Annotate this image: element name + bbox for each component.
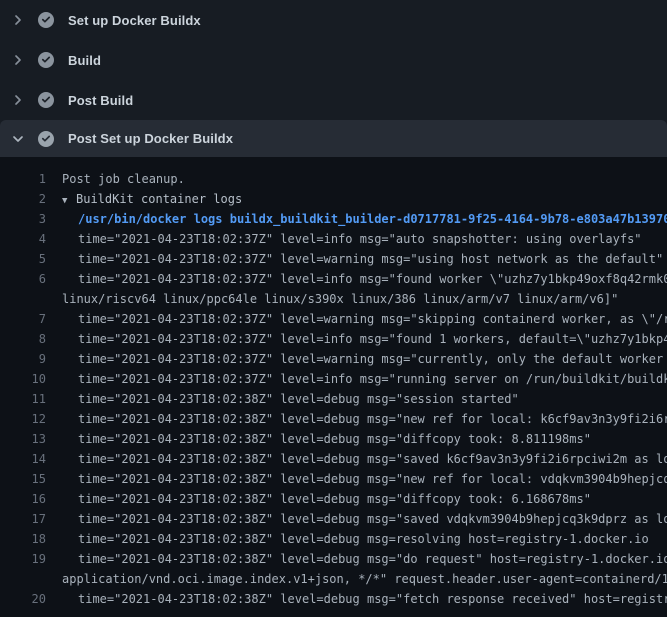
- log-text: time="2021-04-23T18:02:37Z" level=info m…: [46, 369, 667, 389]
- log-group-label: BuildKit container logs: [76, 192, 242, 206]
- log-line: 8time="2021-04-23T18:02:37Z" level=info …: [0, 329, 667, 349]
- line-number[interactable]: 4: [0, 229, 46, 249]
- line-number[interactable]: 11: [0, 389, 46, 409]
- log-line: application/vnd.oci.image.index.v1+json,…: [0, 569, 667, 589]
- log-group-header[interactable]: ▼BuildKit container logs: [46, 189, 242, 209]
- log-text: time="2021-04-23T18:02:37Z" level=warnin…: [46, 309, 667, 329]
- log-line: 10time="2021-04-23T18:02:37Z" level=info…: [0, 369, 667, 389]
- log-text: Post job cleanup.: [46, 169, 185, 189]
- log-line: 1Post job cleanup.: [0, 169, 667, 189]
- line-number: [0, 289, 46, 309]
- log-line: 2▼BuildKit container logs: [0, 189, 667, 209]
- log-text: application/vnd.oci.image.index.v1+json,…: [46, 569, 667, 589]
- log-text: time="2021-04-23T18:02:38Z" level=debug …: [46, 489, 591, 509]
- log-command-text: /usr/bin/docker logs buildx_buildkit_bui…: [46, 209, 667, 229]
- line-number[interactable]: 3: [0, 209, 46, 229]
- line-number[interactable]: 16: [0, 489, 46, 509]
- chevron-right-icon: [10, 52, 26, 68]
- log-text: time="2021-04-23T18:02:38Z" level=debug …: [46, 389, 519, 409]
- line-number[interactable]: 19: [0, 549, 46, 569]
- log-line: 3/usr/bin/docker logs buildx_buildkit_bu…: [0, 209, 667, 229]
- line-number[interactable]: 2: [0, 189, 46, 209]
- log-line: 14time="2021-04-23T18:02:38Z" level=debu…: [0, 449, 667, 469]
- step-row-build[interactable]: Build: [0, 40, 667, 80]
- log-line: 17time="2021-04-23T18:02:38Z" level=debu…: [0, 509, 667, 529]
- log-text: time="2021-04-23T18:02:38Z" level=debug …: [46, 409, 667, 429]
- step-label: Set up Docker Buildx: [68, 13, 201, 28]
- chevron-right-icon: [10, 92, 26, 108]
- log-text: time="2021-04-23T18:02:37Z" level=info m…: [46, 229, 642, 249]
- log-line: 20time="2021-04-23T18:02:38Z" level=debu…: [0, 589, 667, 609]
- log-text: time="2021-04-23T18:02:38Z" level=debug …: [46, 589, 667, 609]
- line-number[interactable]: 13: [0, 429, 46, 449]
- log-text: time="2021-04-23T18:02:37Z" level=warnin…: [46, 249, 663, 269]
- step-label: Build: [68, 53, 101, 68]
- log-text: time="2021-04-23T18:02:38Z" level=debug …: [46, 529, 649, 549]
- log-line: linux/riscv64 linux/ppc64le linux/s390x …: [0, 289, 667, 309]
- log-line: 13time="2021-04-23T18:02:38Z" level=debu…: [0, 429, 667, 449]
- log-line: 7time="2021-04-23T18:02:37Z" level=warni…: [0, 309, 667, 329]
- log-text: time="2021-04-23T18:02:37Z" level=info m…: [46, 329, 667, 349]
- step-row-post-build[interactable]: Post Build: [0, 80, 667, 120]
- check-circle-icon: [38, 131, 54, 147]
- step-label: Post Set up Docker Buildx: [68, 131, 233, 146]
- line-number[interactable]: 8: [0, 329, 46, 349]
- log-line: 18time="2021-04-23T18:02:38Z" level=debu…: [0, 529, 667, 549]
- check-circle-icon: [38, 52, 54, 68]
- log-text: time="2021-04-23T18:02:38Z" level=debug …: [46, 429, 591, 449]
- line-number[interactable]: 14: [0, 449, 46, 469]
- line-number[interactable]: 20: [0, 589, 46, 609]
- line-number[interactable]: 12: [0, 409, 46, 429]
- line-number[interactable]: 18: [0, 529, 46, 549]
- step-label: Post Build: [68, 93, 133, 108]
- line-number[interactable]: 6: [0, 269, 46, 289]
- line-number[interactable]: 1: [0, 169, 46, 189]
- log-text: time="2021-04-23T18:02:37Z" level=warnin…: [46, 349, 667, 369]
- log-line: 5time="2021-04-23T18:02:37Z" level=warni…: [0, 249, 667, 269]
- workflow-steps-list: Set up Docker Buildx Build Post Build Po…: [0, 0, 667, 157]
- line-number[interactable]: 7: [0, 309, 46, 329]
- log-text: time="2021-04-23T18:02:38Z" level=debug …: [46, 469, 667, 489]
- log-text: time="2021-04-23T18:02:38Z" level=debug …: [46, 509, 667, 529]
- log-text: linux/riscv64 linux/ppc64le linux/s390x …: [46, 289, 618, 309]
- line-number[interactable]: 15: [0, 469, 46, 489]
- log-text: time="2021-04-23T18:02:37Z" level=info m…: [46, 269, 667, 289]
- line-number[interactable]: 9: [0, 349, 46, 369]
- log-text: time="2021-04-23T18:02:38Z" level=debug …: [46, 549, 667, 569]
- line-number: [0, 569, 46, 589]
- triangle-down-icon: ▼: [62, 191, 76, 211]
- log-line: 9time="2021-04-23T18:02:37Z" level=warni…: [0, 349, 667, 369]
- line-number[interactable]: 10: [0, 369, 46, 389]
- step-log-output: 1Post job cleanup.2▼BuildKit container l…: [0, 157, 667, 617]
- log-line: 19time="2021-04-23T18:02:38Z" level=debu…: [0, 549, 667, 569]
- log-line: 12time="2021-04-23T18:02:38Z" level=debu…: [0, 409, 667, 429]
- check-circle-icon: [38, 12, 54, 28]
- chevron-down-icon: [10, 131, 26, 147]
- line-number[interactable]: 5: [0, 249, 46, 269]
- log-line: 4time="2021-04-23T18:02:37Z" level=info …: [0, 229, 667, 249]
- check-circle-icon: [38, 92, 54, 108]
- chevron-right-icon: [10, 12, 26, 28]
- log-line: 16time="2021-04-23T18:02:38Z" level=debu…: [0, 489, 667, 509]
- step-row-set-up-docker-buildx[interactable]: Set up Docker Buildx: [0, 0, 667, 40]
- log-text: time="2021-04-23T18:02:38Z" level=debug …: [46, 449, 667, 469]
- log-line: 6time="2021-04-23T18:02:37Z" level=info …: [0, 269, 667, 289]
- line-number[interactable]: 17: [0, 509, 46, 529]
- log-line: 11time="2021-04-23T18:02:38Z" level=debu…: [0, 389, 667, 409]
- step-row-post-set-up-docker-buildx[interactable]: Post Set up Docker Buildx: [0, 120, 667, 157]
- log-line: 15time="2021-04-23T18:02:38Z" level=debu…: [0, 469, 667, 489]
